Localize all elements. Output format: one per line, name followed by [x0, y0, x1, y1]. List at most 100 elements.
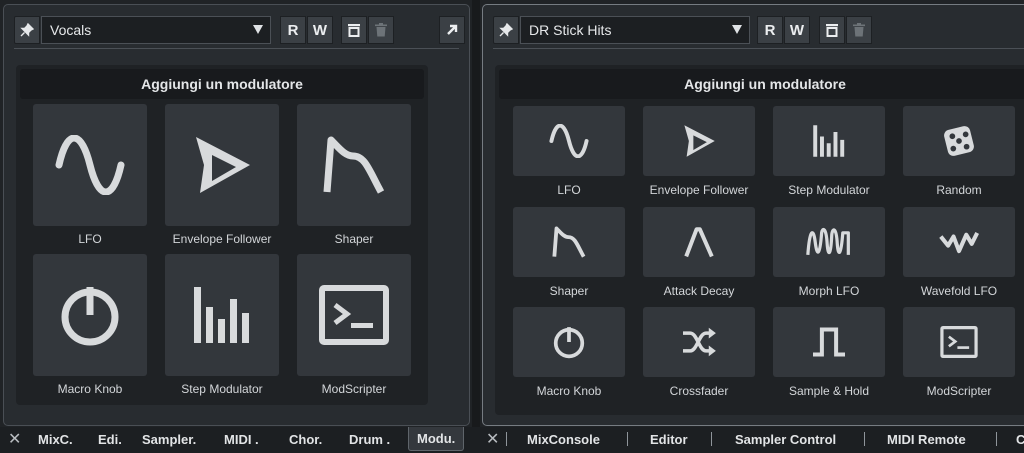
chevron-down-icon	[253, 25, 263, 34]
toolbar-divider	[493, 48, 1024, 49]
modulator-tile-crossfader[interactable]: Crossfader	[643, 307, 755, 398]
arrow-up-right-icon	[447, 24, 458, 35]
modulator-tile-attack-decay[interactable]: Attack Decay	[643, 207, 755, 298]
tab-sampler-control[interactable]: Sampler Control	[735, 427, 836, 451]
tab-sampler-short[interactable]: Sampler.	[142, 427, 196, 451]
write-automation-button[interactable]: W	[307, 16, 333, 44]
tile-label: Shaper	[549, 284, 589, 298]
tab-mixconsole-short[interactable]: MixC.	[38, 427, 73, 451]
modulator-tile-modscripter[interactable]: ModScripter	[297, 254, 411, 396]
panel-toolbar: DR Stick Hits R W	[493, 16, 1024, 44]
attack-decay-icon	[684, 227, 714, 258]
track-select[interactable]: Vocals	[41, 16, 271, 44]
tab-editor[interactable]: Editor	[650, 427, 688, 451]
add-modulator-area: Aggiungi un modulatore LFO Envelope Foll…	[16, 65, 428, 405]
modulator-tile-macro-knob[interactable]: Macro Knob	[33, 254, 147, 396]
write-automation-button[interactable]: W	[784, 16, 810, 44]
tile-label: Crossfader	[669, 384, 729, 398]
modulator-tile-envelope-follower[interactable]: Envelope Follower	[165, 104, 279, 246]
tile-label: ModScripter	[321, 382, 387, 396]
tile-label: Attack Decay	[663, 284, 735, 298]
open-window-button[interactable]	[439, 16, 465, 44]
bypass-icon	[348, 24, 360, 37]
tile-label: Step Modulator	[788, 183, 870, 197]
trash-icon	[375, 23, 387, 37]
read-automation-button[interactable]: R	[280, 16, 306, 44]
modulator-tile-wavefold-lfo[interactable]: Wavefold LFO	[903, 207, 1015, 298]
tab-separator	[506, 432, 507, 446]
tile-label: LFO	[78, 232, 102, 246]
modulator-tile-envelope-follower[interactable]: Envelope Follower	[643, 106, 755, 197]
tile-label: Macro Knob	[536, 384, 602, 398]
tab-chord-pads-partial[interactable]: C	[1016, 427, 1024, 451]
bottom-tab-bar: ✕ MixC. Edi. Sampler. MIDI . Chor. Drum …	[0, 427, 1024, 453]
sine-wave-icon	[549, 124, 589, 158]
step-bars-icon	[813, 125, 845, 157]
modulator-tile-modscripter[interactable]: ModScripter	[903, 307, 1015, 398]
pin-button[interactable]	[493, 16, 519, 44]
shaper-icon	[323, 136, 385, 194]
tab-separator	[711, 432, 712, 446]
shaper-icon	[552, 226, 586, 258]
tile-label: Shaper	[334, 232, 374, 246]
modulator-tile-step-modulator[interactable]: Step Modulator	[773, 106, 885, 197]
power-knob-icon	[553, 327, 585, 359]
tab-drum-short[interactable]: Drum .	[349, 427, 390, 451]
modulator-tile-shaper[interactable]: Shaper	[513, 207, 625, 298]
modulators-panel-left: Vocals R W Aggiungi un modulatore LFO En…	[3, 4, 470, 426]
track-name: DR Stick Hits	[529, 22, 612, 38]
tile-label: LFO	[557, 183, 581, 197]
tab-editor-short[interactable]: Edi.	[98, 427, 122, 451]
modulator-tile-lfo[interactable]: LFO	[33, 104, 147, 246]
delete-button[interactable]	[846, 16, 872, 44]
bypass-button[interactable]	[819, 16, 845, 44]
terminal-icon	[319, 285, 389, 345]
envelope-follower-icon	[196, 137, 250, 193]
tile-label: Envelope Follower	[172, 232, 272, 246]
tab-chord-short[interactable]: Chor.	[289, 427, 322, 451]
tab-midi-remote[interactable]: MIDI Remote	[887, 427, 966, 451]
pin-icon	[20, 23, 34, 37]
modulator-tile-morph-lfo[interactable]: Morph LFO	[773, 207, 885, 298]
modulator-tile-sample-hold[interactable]: Sample & Hold	[773, 307, 885, 398]
pin-button[interactable]	[14, 16, 40, 44]
close-icon[interactable]: ✕	[8, 429, 21, 449]
panel-divider[interactable]	[472, 0, 480, 453]
read-automation-button[interactable]: R	[757, 16, 783, 44]
bypass-icon	[826, 24, 838, 37]
delete-button[interactable]	[368, 16, 394, 44]
tile-label: Envelope Follower	[649, 183, 749, 197]
tile-label: Sample & Hold	[788, 384, 870, 398]
toolbar-divider	[14, 48, 459, 49]
tab-separator	[627, 432, 628, 446]
tab-midi-short[interactable]: MIDI .	[224, 427, 259, 451]
add-modulator-header: Aggiungi un modulatore	[20, 69, 424, 99]
modulator-tile-random[interactable]: Random	[903, 106, 1015, 197]
panel-toolbar: Vocals R W	[14, 16, 465, 44]
add-modulator-header: Aggiungi un modulatore	[499, 69, 1024, 99]
tab-mixconsole[interactable]: MixConsole	[527, 427, 600, 451]
pin-icon	[499, 23, 513, 37]
sine-wave-icon	[55, 135, 125, 195]
sample-hold-icon	[813, 327, 845, 357]
track-select[interactable]: DR Stick Hits	[520, 16, 750, 44]
modulator-tile-lfo[interactable]: LFO	[513, 106, 625, 197]
track-name: Vocals	[50, 22, 92, 38]
tab-separator	[864, 432, 865, 446]
chevron-down-icon	[732, 25, 742, 34]
morph-lfo-icon	[806, 227, 850, 255]
close-icon[interactable]: ✕	[486, 429, 499, 449]
envelope-follower-icon	[684, 125, 715, 157]
tab-modulators-short[interactable]: Modu.	[408, 427, 465, 451]
tab-separator	[996, 432, 997, 446]
power-knob-icon	[61, 287, 119, 346]
dice-icon	[944, 126, 974, 156]
bypass-button[interactable]	[341, 16, 367, 44]
tile-label: Macro Knob	[57, 382, 123, 396]
add-modulator-area: Aggiungi un modulatore LFO Envelope Foll…	[495, 65, 1024, 415]
modulator-tile-macro-knob[interactable]: Macro Knob	[513, 307, 625, 398]
modulators-panel-right: DR Stick Hits R W Aggiungi un modulatore…	[482, 4, 1024, 426]
tile-label: Random	[936, 183, 982, 197]
modulator-tile-step-modulator[interactable]: Step Modulator	[165, 254, 279, 396]
modulator-tile-shaper[interactable]: Shaper	[297, 104, 411, 246]
